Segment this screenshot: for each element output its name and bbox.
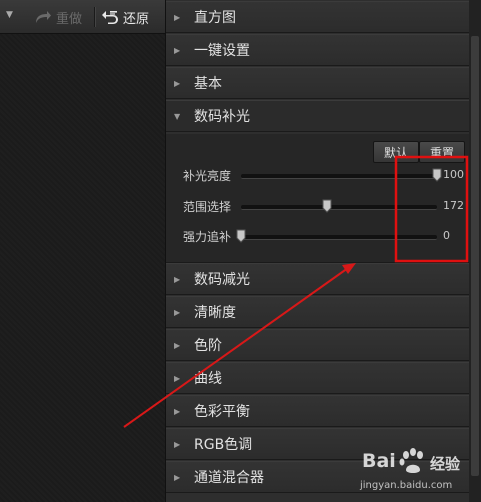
toolbar-divider [94,7,96,27]
dropdown-arrow-icon[interactable]: ▼ [6,10,13,20]
adjustment-panel: ▶ 直方图 ▶ 一键设置 ▶ 基本 ▼ 数码补光 默认 重置 补光亮度 100 … [165,0,470,502]
undo-button[interactable]: 还原 [101,7,149,27]
slider-label: 强力追补 [183,230,232,244]
paw-logo-icon [399,448,423,473]
expand-arrow-icon: ▶ [174,274,181,284]
slider-label: 范围选择 [183,200,232,214]
section-digital-fill-light[interactable]: ▼ 数码补光 [166,100,470,132]
redo-icon [36,11,51,23]
expand-arrow-icon: ▶ [174,307,181,317]
section-title: 数码减光 [194,272,250,288]
slider-range-selection: 范围选择 172 [166,196,470,216]
section-levels[interactable]: ▶ 色阶 [166,329,470,361]
section-title: 数码补光 [194,109,250,125]
slider-track[interactable] [241,174,437,179]
slider-value: 100 [443,168,464,181]
section-one-click-settings[interactable]: ▶ 一键设置 [166,34,470,66]
section-title: 曲线 [194,371,222,387]
slider-strong-boost: 强力追补 0 [166,226,470,246]
section-title: 色彩平衡 [194,404,250,420]
slider-value: 172 [443,199,464,212]
slider-value: 0 [443,229,450,242]
section-curves[interactable]: ▶ 曲线 [166,362,470,394]
section-basic[interactable]: ▶ 基本 [166,67,470,99]
section-title: RGB色调 [194,437,253,453]
default-button[interactable]: 默认 [373,141,419,163]
section-title: 色阶 [194,338,222,354]
slider-track[interactable] [241,205,437,210]
panel-scrollbar[interactable] [469,0,481,502]
watermark-brand: Bai [362,450,396,472]
fill-light-controls: 默认 重置 补光亮度 100 范围选择 172 强力追补 0 [166,134,470,263]
section-color-balance[interactable]: ▶ 色彩平衡 [166,395,470,427]
expand-arrow-icon: ▶ [174,45,181,55]
slider-thumb[interactable] [322,199,332,213]
scrollbar-thumb[interactable] [471,36,479,476]
section-title: 基本 [194,76,222,92]
slider-thumb[interactable] [236,229,246,243]
section-histogram[interactable]: ▶ 直方图 [166,1,470,33]
expand-arrow-icon: ▶ [174,12,181,22]
collapse-arrow-icon: ▼ [174,111,181,121]
section-title: 通道混合器 [194,470,264,486]
redo-button[interactable]: 重做 [34,7,82,27]
image-canvas-area: ▼ 重做 还原 [0,0,165,502]
baidu-jingyan-watermark: Bai 经验 jingyan.baidu.com [360,448,478,498]
section-clarity[interactable]: ▶ 清晰度 [166,296,470,328]
section-title: 清晰度 [194,305,236,321]
redo-label: 重做 [56,11,83,27]
slider-label: 补光亮度 [183,169,232,183]
watermark-product: 经验 [430,455,461,473]
slider-track[interactable] [241,235,437,240]
slider-fill-brightness: 补光亮度 100 [166,165,470,185]
expand-arrow-icon: ▶ [174,373,181,383]
undo-icon [102,11,118,24]
expand-arrow-icon: ▶ [174,472,181,482]
watermark-url: jingyan.baidu.com [360,480,453,491]
history-toolbar: ▼ 重做 还原 [0,0,165,34]
reset-button[interactable]: 重置 [419,141,465,163]
section-title: 直方图 [194,10,236,26]
expand-arrow-icon: ▶ [174,439,181,449]
slider-thumb[interactable] [432,168,442,182]
expand-arrow-icon: ▶ [174,406,181,416]
section-title: 一键设置 [194,43,250,59]
undo-label: 还原 [123,11,150,27]
expand-arrow-icon: ▶ [174,340,181,350]
section-digital-reduce-light[interactable]: ▶ 数码减光 [166,263,470,295]
expand-arrow-icon: ▶ [174,78,181,88]
